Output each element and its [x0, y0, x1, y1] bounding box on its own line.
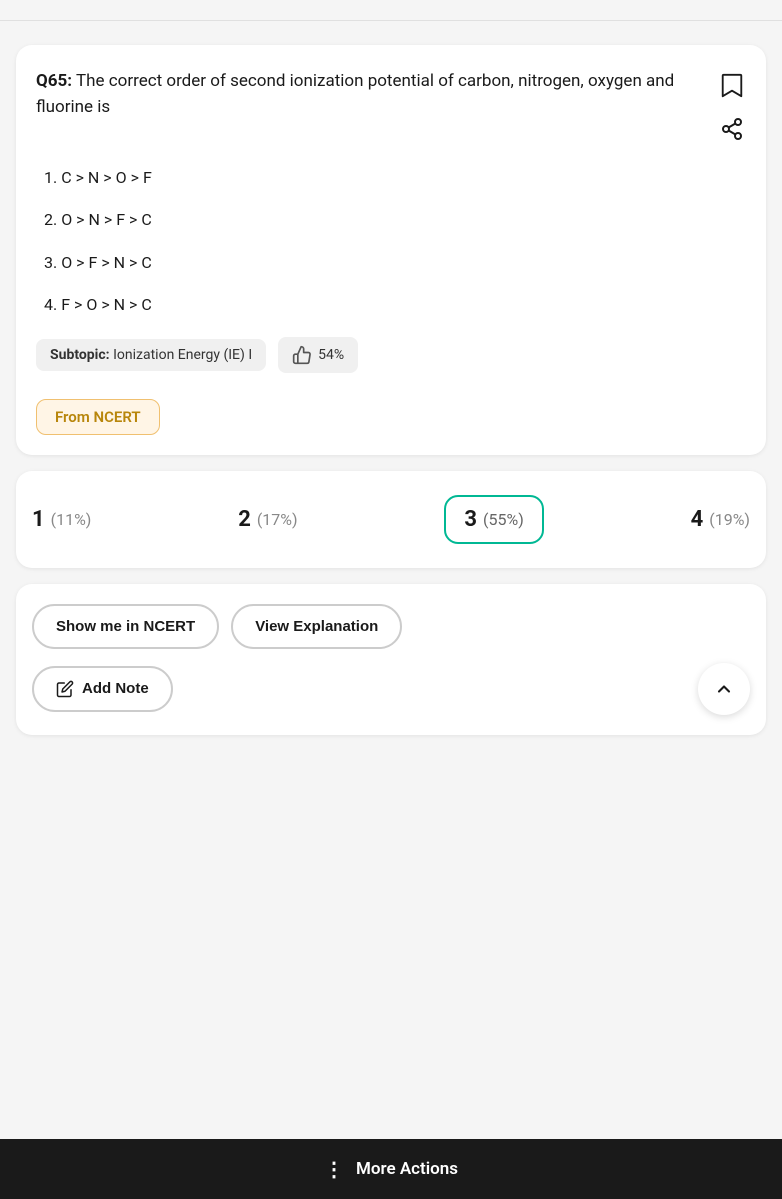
stat-option-1[interactable]: 1 (11%)	[32, 507, 91, 532]
subtopic-label: Subtopic:	[50, 347, 110, 363]
subtopic-value: Ionization Energy (IE) I	[113, 347, 252, 363]
actions-row-1: Show me in NCERT View Explanation	[32, 604, 750, 649]
stat-option-2[interactable]: 2 (17%)	[238, 507, 297, 532]
question-text-block: Q65: The correct order of second ionizat…	[36, 69, 706, 120]
more-actions-label: More Actions	[356, 1159, 458, 1179]
actions-row-2: Add Note	[32, 663, 750, 715]
option-4[interactable]: 4. F > O > N > C	[44, 294, 746, 316]
option-3[interactable]: 3. O > F > N > C	[44, 252, 746, 274]
more-actions-icon: ⋮	[324, 1157, 346, 1181]
view-explanation-button[interactable]: View Explanation	[231, 604, 402, 649]
question-number: Q65:	[36, 71, 72, 91]
chevron-up-icon	[714, 679, 734, 699]
scroll-top-button[interactable]	[698, 663, 750, 715]
share-button[interactable]	[718, 115, 746, 143]
stat-3-num: 3	[464, 507, 477, 532]
show-ncert-button[interactable]: Show me in NCERT	[32, 604, 219, 649]
option-2-number: 2.	[44, 210, 61, 229]
stat-1-num: 1	[32, 507, 45, 532]
share-icon	[720, 117, 744, 141]
top-divider	[0, 20, 782, 21]
option-1[interactable]: 1. C > N > O > F	[44, 167, 746, 189]
stat-option-3-selected[interactable]: 3 (55%)	[444, 495, 543, 544]
stat-4-num: 4	[691, 507, 704, 532]
option-4-text: F > O > N > C	[61, 295, 152, 314]
option-2-text: O > N > F > C	[61, 210, 152, 229]
option-3-text: O > F > N > C	[61, 253, 152, 272]
thumbs-up-icon	[292, 345, 312, 365]
more-actions-bar[interactable]: ⋮ More Actions	[0, 1139, 782, 1199]
ncert-from-badge: From NCERT	[36, 399, 160, 435]
option-4-number: 4.	[44, 295, 61, 314]
bookmark-icon	[721, 73, 743, 99]
question-header: Q65: The correct order of second ionizat…	[36, 69, 746, 143]
stats-row: 1 (11%) 2 (17%) 3 (55%) 4 (19%)	[32, 495, 750, 544]
option-1-text: C > N > O > F	[61, 168, 152, 187]
like-percent: 54%	[318, 347, 344, 363]
view-explanation-label: View Explanation	[255, 618, 378, 635]
edit-icon	[56, 680, 74, 698]
option-1-number: 1.	[44, 168, 61, 187]
option-3-number: 3.	[44, 253, 61, 272]
meta-row: Subtopic: Ionization Energy (IE) I 54%	[36, 337, 746, 373]
answer-stats-card: 1 (11%) 2 (17%) 3 (55%) 4 (19%)	[16, 471, 766, 568]
add-note-label: Add Note	[82, 680, 149, 697]
option-2[interactable]: 2. O > N > F > C	[44, 209, 746, 231]
question-card: Q65: The correct order of second ionizat…	[16, 45, 766, 455]
stat-3-pct: (55%)	[483, 510, 524, 529]
stat-4-pct: (19%)	[709, 510, 750, 529]
question-text: The correct order of second ionization p…	[36, 71, 674, 117]
stat-2-pct: (17%)	[257, 510, 298, 529]
add-note-button[interactable]: Add Note	[32, 666, 173, 712]
subtopic-badge: Subtopic: Ionization Energy (IE) I	[36, 339, 266, 371]
stat-option-4[interactable]: 4 (19%)	[691, 507, 750, 532]
like-badge: 54%	[278, 337, 358, 373]
stat-1-pct: (11%)	[51, 510, 92, 529]
actions-card: Show me in NCERT View Explanation Add No…	[16, 584, 766, 735]
show-ncert-label: Show me in NCERT	[56, 618, 195, 635]
question-icons	[718, 71, 746, 143]
options-list: 1. C > N > O > F 2. O > N > F > C 3. O >…	[36, 167, 746, 317]
bookmark-button[interactable]	[719, 71, 745, 101]
stat-2-num: 2	[238, 507, 251, 532]
